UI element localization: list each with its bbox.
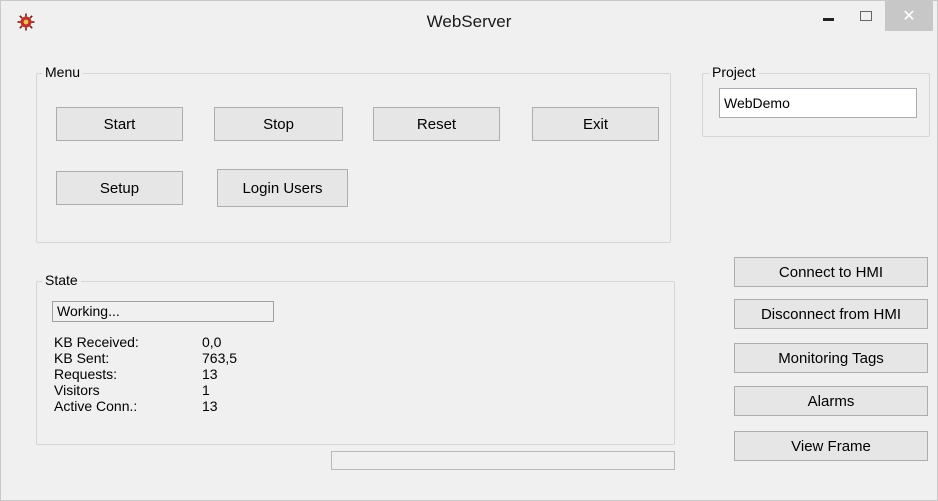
stop-button[interactable]: Stop <box>214 107 343 141</box>
requests-value: 13 <box>202 366 218 382</box>
state-group-label: State <box>42 272 81 288</box>
project-group-label: Project <box>709 64 759 80</box>
window-title: WebServer <box>426 12 512 31</box>
minimize-icon <box>822 17 834 21</box>
webserver-window: WebServer ✕ Menu Start Stop Reset Exit S… <box>0 0 938 501</box>
status-text: Working... <box>52 301 274 322</box>
connect-to-hmi-button[interactable]: Connect to HMI <box>734 257 928 287</box>
kb-received-value: 0,0 <box>202 334 222 350</box>
kb-received-label: KB Received: <box>54 334 139 350</box>
exit-button[interactable]: Exit <box>532 107 659 141</box>
project-name-input[interactable] <box>719 88 917 118</box>
monitoring-tags-button[interactable]: Monitoring Tags <box>734 343 928 373</box>
maximize-icon <box>860 11 872 21</box>
title-bar[interactable]: WebServer ✕ <box>1 1 937 43</box>
menu-group <box>36 73 671 243</box>
menu-group-label: Menu <box>42 64 84 80</box>
close-icon: ✕ <box>902 8 916 25</box>
start-button[interactable]: Start <box>56 107 183 141</box>
visitors-label: Visitors <box>54 382 100 398</box>
disconnect-from-hmi-button[interactable]: Disconnect from HMI <box>734 299 928 329</box>
reset-button[interactable]: Reset <box>373 107 500 141</box>
active-conn-value: 13 <box>202 398 218 414</box>
alarms-button[interactable]: Alarms <box>734 386 928 416</box>
visitors-value: 1 <box>202 382 210 398</box>
requests-label: Requests: <box>54 366 118 382</box>
progress-bar <box>331 451 675 470</box>
active-conn-label: Active Conn.: <box>54 398 138 414</box>
close-button[interactable]: ✕ <box>885 1 933 31</box>
login-users-button[interactable]: Login Users <box>217 169 348 207</box>
kb-sent-value: 763,5 <box>202 350 238 366</box>
setup-button[interactable]: Setup <box>56 171 183 205</box>
kb-sent-label: KB Sent: <box>54 350 110 366</box>
maximize-button[interactable] <box>849 1 883 31</box>
view-frame-button[interactable]: View Frame <box>734 431 928 461</box>
minimize-button[interactable] <box>811 1 845 31</box>
